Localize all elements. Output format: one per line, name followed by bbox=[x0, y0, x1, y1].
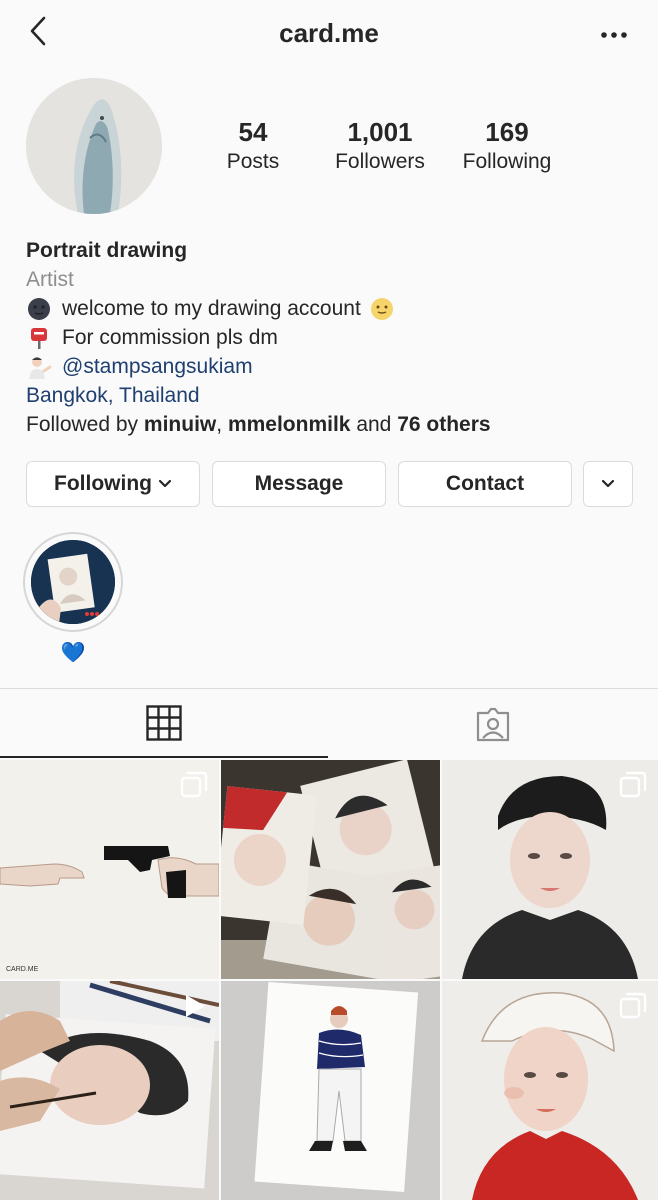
new-moon-face-emoji-icon bbox=[26, 296, 52, 322]
story-highlight-label: 💙 bbox=[60, 642, 86, 664]
followed-by-user-1[interactable]: minuiw bbox=[144, 413, 216, 436]
bio-line-commission-text: For commission pls dm bbox=[62, 326, 278, 349]
profile-category: Artist bbox=[26, 268, 74, 291]
more-options-icon[interactable] bbox=[594, 18, 634, 48]
post-thumbnail[interactable] bbox=[221, 981, 440, 1200]
grid-icon bbox=[146, 705, 182, 746]
tab-grid-posts[interactable] bbox=[0, 689, 328, 757]
post-thumbnail[interactable] bbox=[442, 760, 658, 979]
followed-by-user-2[interactable]: mmelonmilk bbox=[228, 413, 351, 436]
bio-line-mention: @stampsangsukiam bbox=[26, 352, 636, 381]
slightly-smiling-emoji-icon bbox=[369, 296, 395, 322]
post-thumbnail[interactable] bbox=[221, 760, 440, 979]
bio-line-commission: For commission pls dm bbox=[26, 323, 636, 352]
following-count-value: 169 bbox=[485, 117, 529, 147]
followers-count-value: 1,001 bbox=[347, 117, 413, 147]
profile-username: card.me bbox=[279, 18, 379, 48]
story-highlight-cover bbox=[31, 540, 115, 624]
video-play-icon bbox=[179, 991, 209, 1021]
suggested-accounts-button[interactable] bbox=[583, 461, 633, 507]
tagged-person-icon bbox=[474, 705, 512, 748]
carousel-icon bbox=[618, 991, 648, 1021]
story-highlight[interactable] bbox=[23, 532, 123, 632]
following-count-label: Following bbox=[462, 150, 552, 173]
posts-count[interactable]: 54 Posts bbox=[206, 116, 300, 176]
following-count[interactable]: 169 Following bbox=[454, 116, 560, 176]
carousel-icon bbox=[618, 770, 648, 800]
carousel-icon bbox=[179, 770, 209, 800]
post-signature: CARD.ME bbox=[6, 966, 39, 973]
followed-by-others[interactable]: 76 others bbox=[397, 413, 490, 436]
location-link[interactable]: Bangkok, Thailand bbox=[26, 381, 636, 410]
post-image-full-figure bbox=[221, 981, 440, 1200]
posts-count-value: 54 bbox=[238, 117, 268, 147]
post-thumbnail[interactable] bbox=[442, 981, 658, 1200]
bio-line-welcome: welcome to my drawing account bbox=[26, 294, 636, 323]
post-image-portrait-stack bbox=[221, 760, 440, 979]
followers-count[interactable]: 1,001 Followers bbox=[322, 116, 438, 176]
followers-count-label: Followers bbox=[335, 150, 425, 173]
profile-display-name: Portrait drawing bbox=[26, 239, 188, 262]
chevron-down-icon bbox=[601, 461, 615, 505]
following-button[interactable]: Following bbox=[26, 461, 200, 507]
profile-bio: Portrait drawing Artist welcome to my dr… bbox=[26, 236, 636, 439]
person-tipping-hand-emoji-icon bbox=[26, 354, 52, 380]
bio-mention-link[interactable]: @stampsangsukiam bbox=[62, 352, 253, 381]
message-button[interactable]: Message bbox=[212, 461, 386, 507]
top-bar: card.me bbox=[0, 0, 658, 70]
posts-count-label: Posts bbox=[226, 150, 280, 173]
contact-button[interactable]: Contact bbox=[398, 461, 572, 507]
chevron-down-icon bbox=[158, 461, 172, 505]
post-thumbnail[interactable]: CARD.ME bbox=[0, 760, 219, 979]
post-thumbnail[interactable] bbox=[0, 981, 219, 1200]
active-tab-indicator bbox=[0, 756, 328, 758]
posts-grid: CARD.ME bbox=[0, 760, 658, 1200]
tab-tagged-posts[interactable] bbox=[330, 689, 658, 757]
bio-line-welcome-text: welcome to my drawing account bbox=[62, 297, 361, 320]
postbox-emoji-icon bbox=[26, 325, 52, 351]
followed-by-text[interactable]: Followed by minuiw, mmelonmilk and 76 ot… bbox=[26, 410, 636, 439]
following-button-label: Following bbox=[54, 472, 152, 495]
profile-avatar[interactable] bbox=[26, 78, 162, 214]
